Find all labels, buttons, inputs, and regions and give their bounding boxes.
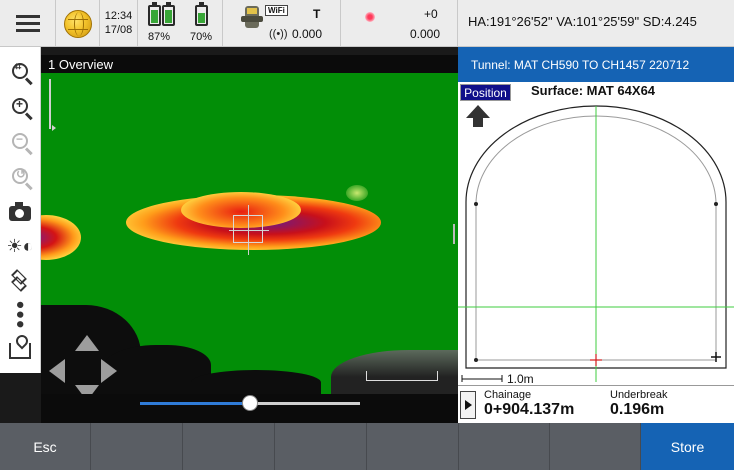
wifi-icon: ((•))	[269, 28, 288, 40]
esc-button[interactable]: Esc	[0, 423, 91, 470]
date-text: 17/08	[104, 24, 133, 36]
position-button[interactable]: Position	[460, 84, 511, 101]
battery-level-1	[151, 9, 158, 23]
no-data-region	[191, 370, 321, 394]
softkey-empty-6	[550, 423, 641, 470]
wifi-tag: WiFi	[265, 5, 288, 16]
clock: 12:34 17/08	[100, 0, 138, 47]
opacity-slider-fill	[140, 402, 250, 405]
softkey-empty-2	[183, 423, 275, 470]
battery-level-2	[198, 12, 205, 23]
pan-control[interactable]	[49, 335, 119, 394]
pan-down-icon[interactable]	[75, 385, 99, 394]
map-toolbar: ⌗ + − ↺ ☀◐ •••	[0, 47, 41, 373]
zoom-out-icon: −	[12, 132, 28, 149]
horizontal-scale-bar	[366, 371, 438, 381]
zoom-extents-icon: ⌗	[12, 61, 28, 79]
trimble-globe-button[interactable]	[56, 0, 100, 47]
underbreak-label: Underbreak	[610, 389, 668, 401]
battery-status[interactable]: 87% 70%	[138, 0, 223, 47]
softkey-empty-5	[459, 423, 550, 470]
chainage-value: 0+904.137m	[484, 401, 575, 418]
tunnel-cross-section	[458, 105, 734, 382]
pan-right-icon[interactable]	[101, 359, 117, 383]
tunnel-title-bar: Tunnel: MAT CH590 TO CH1457 220712	[458, 47, 734, 82]
map-filter-button[interactable]	[6, 337, 34, 365]
profile-vertex	[714, 202, 718, 206]
battery-1-percent: 87%	[148, 31, 171, 43]
time-text: 12:34	[104, 10, 133, 22]
softkey-empty-4	[367, 423, 459, 470]
zoom-in-icon: +	[12, 97, 28, 114]
vertical-scale-ruler	[49, 79, 56, 131]
opacity-slider-knob[interactable]	[242, 395, 258, 411]
softkey-empty-3	[275, 423, 367, 470]
camera-button[interactable]	[6, 199, 34, 227]
target-height-value: 0.000	[292, 27, 323, 41]
scale-label: 1.0m	[507, 372, 534, 386]
menu-button[interactable]	[0, 0, 56, 47]
crosshair-box	[233, 215, 263, 243]
more-button[interactable]: •••	[6, 301, 34, 331]
zoom-out-button[interactable]: −	[6, 127, 34, 155]
expand-info-button[interactable]	[460, 391, 476, 419]
instrument-status[interactable]: WiFi ((•)) T 0.000	[223, 0, 341, 47]
total-station-icon	[241, 6, 263, 28]
brightness-button[interactable]: ☀◐	[6, 232, 34, 260]
camera-icon	[9, 201, 31, 221]
battery-icon	[195, 2, 208, 26]
layers-icon	[11, 269, 29, 292]
pan-left-icon[interactable]	[49, 359, 65, 383]
zoom-previous-icon: ↺	[12, 167, 28, 184]
profile-vertex	[474, 358, 478, 362]
battery-icon	[148, 2, 161, 26]
battery-icon	[162, 2, 175, 26]
direction-arrow-stem	[473, 117, 483, 127]
scan-viewport[interactable]	[41, 55, 458, 394]
hamburger-icon	[15, 22, 40, 25]
store-button[interactable]: Store	[641, 423, 734, 470]
underbreak-value: 0.196m	[610, 401, 665, 418]
battery-2-percent: 70%	[190, 31, 213, 43]
scan-deviation-region	[41, 215, 81, 260]
zoom-extents-button[interactable]: ⌗	[6, 57, 34, 85]
chainage-label: Chainage	[484, 389, 532, 401]
zoom-in-button[interactable]: +	[6, 92, 34, 120]
target-status[interactable]: +0 0.000	[341, 0, 458, 47]
prism-offset-value: 0.000	[410, 27, 441, 41]
battery-level-1b	[165, 9, 172, 23]
prism-constant-label: +0	[424, 7, 438, 21]
angle-readout: HA:191°26'52" VA:101°25'59" SD:4.245	[468, 14, 697, 29]
profile-vertex	[474, 202, 478, 206]
softkey-empty-1	[91, 423, 183, 470]
brightness-icon: ☀◐	[6, 236, 34, 256]
target-height-label: T	[313, 7, 321, 21]
laser-target-icon	[365, 12, 375, 22]
more-icon: •••	[8, 301, 33, 331]
scan-deviation-region	[346, 185, 368, 201]
globe-icon	[63, 9, 92, 38]
status-bar: 12:34 17/08 87% 70% WiFi ((•)) T 0.000 +…	[0, 0, 734, 47]
viewport-title: 1 Overview	[48, 57, 114, 72]
pan-up-icon[interactable]	[75, 335, 99, 351]
zoom-previous-button[interactable]: ↺	[6, 162, 34, 190]
layers-button[interactable]	[6, 267, 34, 295]
surface-label: Surface: MAT 64X64	[531, 83, 656, 98]
map-icon	[9, 343, 31, 359]
